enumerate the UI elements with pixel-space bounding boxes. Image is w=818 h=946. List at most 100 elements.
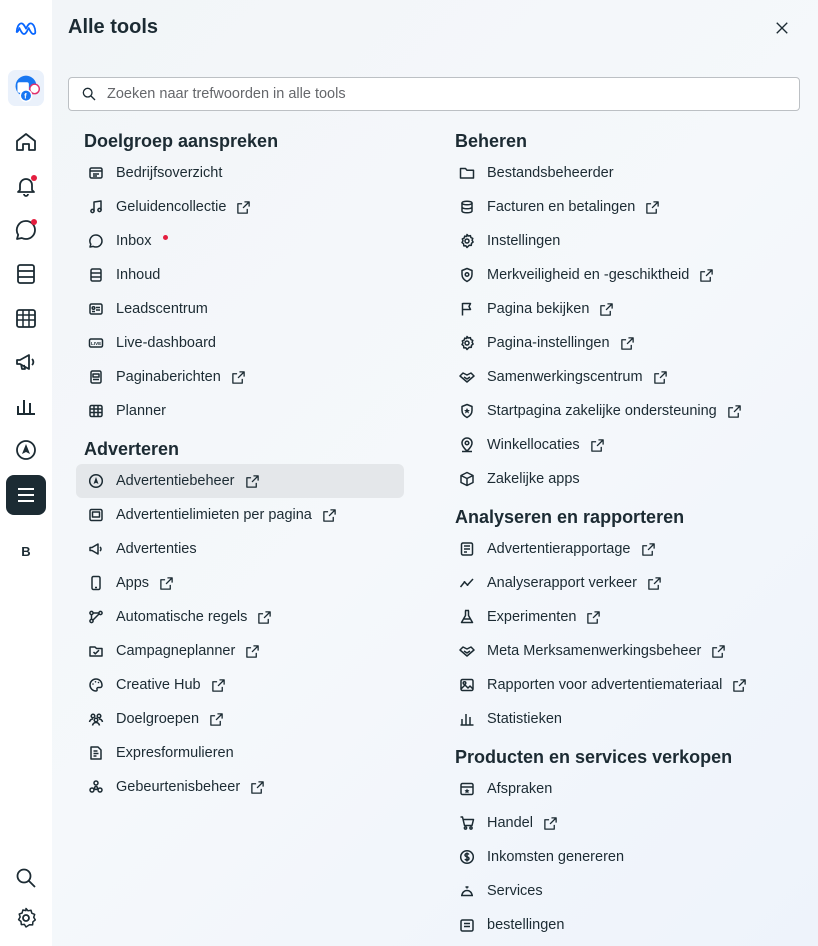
tool-item[interactable]: Startpagina zakelijke ondersteuning: [447, 394, 807, 428]
account-avatar-icon[interactable]: f: [6, 68, 46, 108]
ads-icon[interactable]: [6, 342, 46, 382]
tool-item[interactable]: Campagneplanner: [76, 634, 416, 668]
external-link-icon[interactable]: [727, 404, 742, 419]
external-link-icon[interactable]: [231, 370, 246, 385]
tool-item[interactable]: Advertentierapportage: [447, 532, 807, 566]
page-posts-icon: [88, 369, 104, 385]
external-link-icon[interactable]: [322, 508, 337, 523]
home-icon[interactable]: [6, 122, 46, 162]
external-link-icon[interactable]: [250, 780, 265, 795]
chat-bubble-icon: [88, 233, 104, 249]
external-link-icon[interactable]: [645, 200, 660, 215]
ads-manager-icon[interactable]: [6, 430, 46, 470]
tool-item[interactable]: Inbox: [76, 224, 416, 258]
external-link-icon[interactable]: [599, 302, 614, 317]
tool-item[interactable]: Bedrijfsoverzicht: [76, 156, 416, 190]
tool-item[interactable]: Planner: [76, 394, 416, 428]
tool-item[interactable]: Experimenten: [447, 600, 807, 634]
tool-item-label: Samenwerkingscentrum: [487, 369, 643, 385]
tool-item[interactable]: Services: [447, 874, 807, 908]
palette-icon: [88, 677, 104, 693]
tool-item[interactable]: Paginaberichten: [76, 360, 416, 394]
tool-item[interactable]: Pagina-instellingen: [447, 326, 807, 360]
insights-icon[interactable]: [6, 386, 46, 426]
orders-icon: [459, 917, 475, 933]
tool-item[interactable]: Merkveiligheid en -geschiktheid: [447, 258, 807, 292]
tool-item[interactable]: Inkomsten genereren: [447, 840, 807, 874]
meta-logo-icon[interactable]: [6, 8, 46, 48]
tool-item[interactable]: Rapporten voor advertentiemateriaal: [447, 668, 807, 702]
tool-item[interactable]: Advertentielimieten per pagina: [76, 498, 416, 532]
tool-item-label: Merkveiligheid en -geschiktheid: [487, 267, 690, 283]
tool-item[interactable]: Afspraken: [447, 772, 807, 806]
external-link-icon[interactable]: [653, 370, 668, 385]
tool-item[interactable]: Automatische regels: [76, 600, 416, 634]
inbox-icon[interactable]: [6, 210, 46, 250]
tool-item[interactable]: Statistieken: [447, 702, 807, 736]
search-input[interactable]: [105, 85, 759, 103]
external-link-icon[interactable]: [159, 576, 174, 591]
external-link-icon[interactable]: [590, 438, 605, 453]
tool-item[interactable]: Inhoud: [76, 258, 416, 292]
external-link-icon[interactable]: [245, 644, 260, 659]
external-link-icon[interactable]: [732, 678, 747, 693]
tool-item[interactable]: Advertentiebeheer: [76, 464, 404, 498]
music-note-icon: [88, 199, 104, 215]
close-icon[interactable]: [770, 16, 794, 40]
business-letter-label[interactable]: B: [0, 544, 52, 559]
external-link-icon[interactable]: [647, 576, 662, 591]
external-link-icon[interactable]: [209, 712, 224, 727]
tool-item[interactable]: Apps: [76, 566, 416, 600]
external-link-icon[interactable]: [257, 610, 272, 625]
tool-item[interactable]: Instellingen: [447, 224, 807, 258]
external-link-icon[interactable]: [586, 610, 601, 625]
tool-item[interactable]: Doelgroepen: [76, 702, 416, 736]
tool-item-label: Live-dashboard: [116, 335, 216, 351]
tool-item-label: Afspraken: [487, 781, 553, 797]
external-link-icon[interactable]: [245, 474, 260, 489]
tool-item-label: Planner: [116, 403, 166, 419]
external-link-icon[interactable]: [620, 336, 635, 351]
tool-item[interactable]: Facturen en betalingen: [447, 190, 807, 224]
tool-item[interactable]: Gebeurtenisbeheer: [76, 770, 416, 804]
settings-icon[interactable]: [6, 898, 46, 938]
tool-item-label: Leadscentrum: [116, 301, 208, 317]
dollar-icon: [459, 849, 475, 865]
tool-item[interactable]: Meta Merksamenwerkingsbeheer: [447, 634, 807, 668]
section-analyseren: Analyseren en rapporteren Advertentierap…: [447, 502, 807, 736]
tool-item[interactable]: Analyserapport verkeer: [447, 566, 807, 600]
tool-item[interactable]: LIVE Live-dashboard: [76, 326, 416, 360]
content-icon[interactable]: [6, 254, 46, 294]
tool-item[interactable]: Pagina bekijken: [447, 292, 807, 326]
cart-icon: [459, 815, 475, 831]
tool-item[interactable]: Handel: [447, 806, 807, 840]
inbox-dot: [31, 219, 37, 225]
tool-item-label: Inkomsten genereren: [487, 849, 625, 865]
tool-item[interactable]: Winkellocaties: [447, 428, 807, 462]
planner-icon[interactable]: [6, 298, 46, 338]
tool-item[interactable]: Expresformulieren: [76, 736, 416, 770]
rules-icon: [88, 609, 104, 625]
notifications-icon[interactable]: [6, 166, 46, 206]
tool-item[interactable]: bestellingen: [447, 908, 807, 942]
calendar-grid-icon: [88, 403, 104, 419]
tool-item[interactable]: Leadscentrum: [76, 292, 416, 326]
cube-icon: [459, 471, 475, 487]
tool-item-label: Inbox: [116, 233, 152, 249]
tool-item[interactable]: Advertenties: [76, 532, 416, 566]
tool-item[interactable]: Geluidencollectie: [76, 190, 416, 224]
external-link-icon[interactable]: [236, 200, 251, 215]
external-link-icon[interactable]: [711, 644, 726, 659]
external-link-icon[interactable]: [543, 816, 558, 831]
tool-item-label: Gebeurtenisbeheer: [116, 779, 241, 795]
tool-item[interactable]: Bestandsbeheerder: [447, 156, 807, 190]
all-tools-icon[interactable]: [6, 475, 46, 515]
external-link-icon[interactable]: [211, 678, 226, 693]
tool-item[interactable]: Samenwerkingscentrum: [447, 360, 807, 394]
external-link-icon[interactable]: [699, 268, 714, 283]
tool-item[interactable]: Creative Hub: [76, 668, 416, 702]
search-icon[interactable]: [6, 858, 46, 898]
tool-item[interactable]: Zakelijke apps: [447, 462, 807, 496]
external-link-icon[interactable]: [641, 542, 656, 557]
search-field[interactable]: [68, 77, 800, 111]
